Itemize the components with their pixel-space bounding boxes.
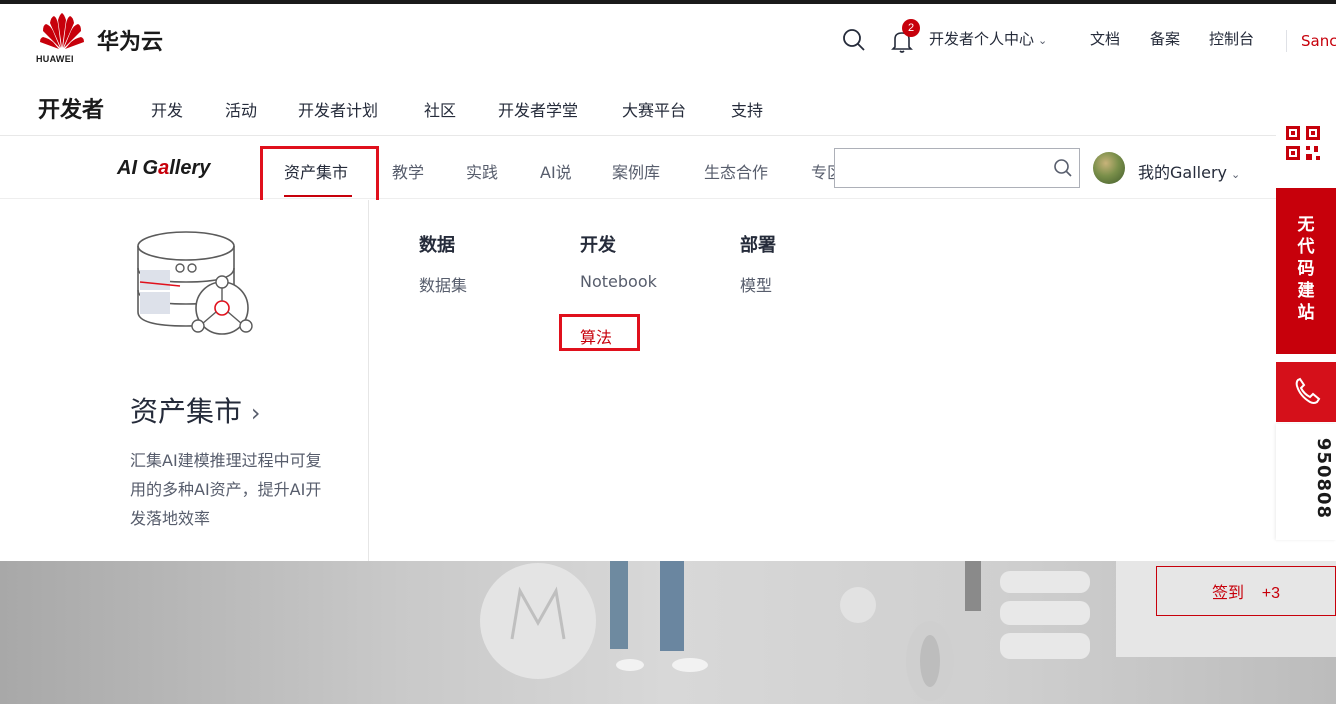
menu-item-notebook[interactable]: Notebook — [580, 272, 657, 291]
asset-market-dropdown: 资产集市 › 汇集AI建模推理过程中可复用的多种AI资产，提升AI开发落地效率 … — [0, 200, 1280, 561]
gallery-search-input[interactable] — [841, 157, 1041, 179]
console-link[interactable]: 控制台 — [1209, 28, 1254, 49]
brand-name[interactable]: 华为云 — [97, 24, 163, 56]
search-icon[interactable] — [842, 28, 866, 52]
dropdown-title-link[interactable]: 资产集市 › — [130, 390, 261, 430]
qr-code-icon — [1286, 126, 1320, 160]
chevron-down-icon: ⌄ — [1038, 34, 1048, 47]
column-heading-deploy: 部署 — [740, 235, 776, 256]
column-heading-develop: 开发 — [580, 235, 616, 256]
qr-code-button[interactable] — [1276, 118, 1336, 184]
developer-title[interactable]: 开发者 — [38, 92, 104, 124]
my-gallery-label: 我的Gallery — [1138, 163, 1227, 182]
my-gallery-menu[interactable]: 我的Gallery ⌄ — [1138, 159, 1240, 183]
tab-ai-talk[interactable]: AI说 — [540, 159, 572, 183]
dev-nav-item[interactable]: 开发者计划 — [298, 97, 378, 121]
search-icon[interactable] — [1053, 158, 1073, 178]
dev-nav-item[interactable]: 支持 — [731, 97, 763, 121]
phone-button[interactable] — [1276, 362, 1336, 422]
avatar[interactable] — [1093, 152, 1125, 184]
no-code-site-label: 无代码建站 — [1297, 215, 1315, 323]
header-divider — [1286, 30, 1287, 52]
column-heading-data: 数据 — [419, 235, 455, 256]
notification-badge: 2 — [902, 19, 920, 37]
dev-center-label: 开发者个人中心 — [929, 30, 1035, 48]
dev-nav-item[interactable]: 活动 — [225, 97, 257, 121]
phone-icon — [1295, 377, 1321, 404]
dev-nav-item[interactable]: 社区 — [424, 97, 456, 121]
chevron-down-icon: ⌄ — [1231, 168, 1241, 181]
top-header: HUAWEI 华为云 2 开发者个人中心 ⌄ 文档 备案 控制台 Sanc — [0, 4, 1336, 80]
dev-center-menu[interactable]: 开发者个人中心 ⌄ — [929, 28, 1047, 49]
ai-gallery-logo-part: llery — [169, 157, 211, 179]
checkin-label: 签到 — [1211, 585, 1244, 602]
tab-ecosystem[interactable]: 生态合作 — [704, 159, 768, 183]
highlight-box-algorithm — [559, 314, 640, 351]
hotline-number-panel: 950808 — [1276, 424, 1336, 540]
dev-nav-item[interactable]: 开发者学堂 — [498, 97, 578, 121]
docs-link[interactable]: 文档 — [1090, 28, 1120, 49]
ai-gallery-logo-accent: a — [158, 157, 170, 179]
user-menu[interactable]: Sanc — [1301, 32, 1336, 50]
dropdown-intro: 资产集市 › 汇集AI建模推理过程中可复用的多种AI资产，提升AI开发落地效率 — [0, 200, 369, 561]
developer-nav: 开发者 开发 活动 开发者计划 社区 开发者学堂 大赛平台 支持 — [0, 80, 1336, 136]
no-code-site-button[interactable]: 无代码建站 — [1276, 188, 1336, 354]
ai-gallery-logo[interactable]: AI Gallery — [117, 157, 210, 180]
gallery-search — [834, 148, 1080, 188]
tab-case-library[interactable]: 案例库 — [612, 159, 660, 183]
checkin-points: +3 — [1261, 585, 1281, 602]
tab-teaching[interactable]: 教学 — [392, 159, 424, 183]
ai-gallery-logo-part: AI G — [117, 157, 159, 179]
menu-item-dataset[interactable]: 数据集 — [419, 272, 467, 296]
filing-link[interactable]: 备案 — [1150, 28, 1180, 49]
tab-practice[interactable]: 实践 — [466, 159, 498, 183]
checkin-button[interactable]: 签到 +3 — [1156, 566, 1336, 616]
logo-wordmark: HUAWEI — [36, 54, 74, 64]
menu-item-model[interactable]: 模型 — [740, 272, 772, 296]
huawei-flower-icon — [40, 13, 84, 49]
hotline-number: 950808 — [1313, 437, 1335, 520]
database-illustration-icon — [137, 231, 253, 335]
dev-nav-item[interactable]: 大赛平台 — [622, 97, 686, 121]
gallery-nav: AI Gallery 资产集市 教学 实践 AI说 案例库 生态合作 专区 我的… — [0, 137, 1336, 210]
huawei-logo[interactable]: HUAWEI — [36, 12, 88, 64]
dropdown-title: 资产集市 — [130, 395, 243, 428]
dropdown-description: 汇集AI建模推理过程中可复用的多种AI资产，提升AI开发落地效率 — [130, 451, 322, 528]
chevron-right-icon: › — [250, 399, 261, 427]
dev-nav-item[interactable]: 开发 — [151, 97, 183, 121]
